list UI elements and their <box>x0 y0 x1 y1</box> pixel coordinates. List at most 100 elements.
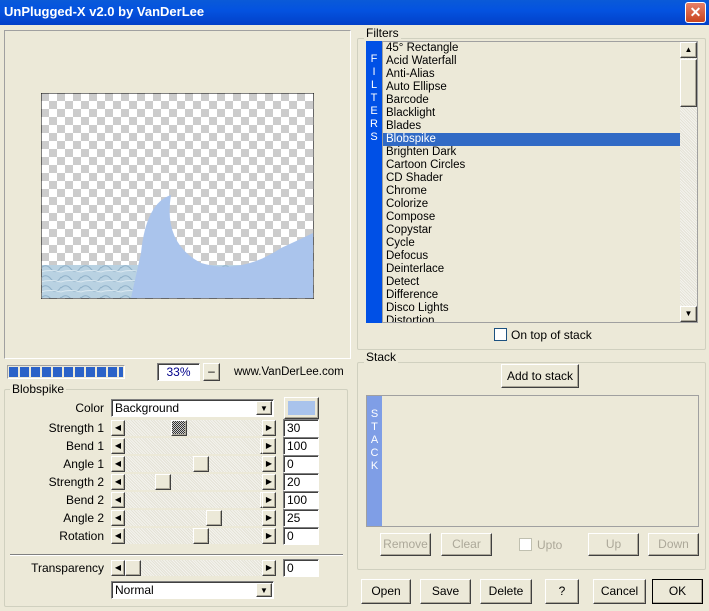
filter-list-item[interactable]: Barcode <box>383 94 680 107</box>
up-button[interactable]: Up <box>588 533 639 556</box>
slider-value-input[interactable]: 0 <box>283 559 319 577</box>
filter-list-item[interactable]: Defocus <box>383 250 680 263</box>
arrow-right-icon[interactable]: ▶ <box>262 474 276 490</box>
slider[interactable]: ◀ ▶ <box>111 474 276 490</box>
help-button[interactable]: ? <box>545 579 579 604</box>
filter-list-item[interactable]: Cycle <box>383 237 680 250</box>
down-button[interactable]: Down <box>648 533 699 556</box>
scroll-thumb[interactable] <box>680 59 697 107</box>
filter-list-item[interactable]: Deinterlace <box>383 263 680 276</box>
slider[interactable]: ◀ ▶ <box>111 456 276 472</box>
arrow-right-icon[interactable]: ▶ <box>262 420 276 436</box>
arrow-left-icon[interactable]: ◀ <box>111 510 125 526</box>
upto-checkbox[interactable] <box>519 538 532 551</box>
save-button[interactable]: Save <box>420 579 471 604</box>
slider-value-input[interactable]: 30 <box>283 419 319 437</box>
filter-list-item[interactable]: Chrome <box>383 185 680 198</box>
scroll-up-icon[interactable]: ▲ <box>680 42 697 58</box>
slider-value-input[interactable]: 25 <box>283 509 319 527</box>
slider-thumb[interactable] <box>170 420 187 436</box>
filter-list-item[interactable]: Detect <box>383 276 680 289</box>
arrow-left-icon[interactable]: ◀ <box>111 420 125 436</box>
arrow-left-icon[interactable]: ◀ <box>111 438 125 454</box>
color-select[interactable]: Background ▼ <box>111 399 274 417</box>
scroll-down-icon[interactable]: ▼ <box>680 306 697 322</box>
slider-thumb[interactable] <box>192 528 209 544</box>
clear-button[interactable]: Clear <box>441 533 492 556</box>
on-top-checkbox[interactable] <box>494 328 507 341</box>
blend-mode-select[interactable]: Normal ▼ <box>111 581 274 599</box>
arrow-right-icon[interactable]: ▶ <box>262 492 276 508</box>
arrow-right-icon[interactable]: ▶ <box>262 510 276 526</box>
filter-list-item[interactable]: 45° Rectangle <box>383 42 680 55</box>
stack-strip: STACK <box>367 396 382 526</box>
params-group-title: Blobspike <box>10 382 67 396</box>
divider <box>10 554 343 556</box>
slider[interactable]: ◀ ▶ <box>111 438 276 454</box>
chevron-down-icon[interactable]: ▼ <box>256 583 272 597</box>
arrow-left-icon[interactable]: ◀ <box>111 528 125 544</box>
arrow-right-icon[interactable]: ▶ <box>262 456 276 472</box>
arrow-left-icon[interactable]: ◀ <box>111 474 125 490</box>
filter-list-item[interactable]: Blacklight <box>383 107 680 120</box>
slider[interactable]: ◀ ▶ <box>111 420 276 436</box>
filter-list-item[interactable]: Brighten Dark <box>383 146 680 159</box>
filter-list-item[interactable]: Cartoon Circles <box>383 159 680 172</box>
filter-list-item[interactable]: Compose <box>383 211 680 224</box>
cancel-button[interactable]: Cancel <box>593 579 646 604</box>
slider-label: Rotation <box>59 529 104 543</box>
slider-thumb[interactable] <box>154 474 171 490</box>
zoom-out-button[interactable]: – <box>203 363 220 381</box>
color-label: Color <box>75 401 104 415</box>
add-to-stack-button[interactable]: Add to stack <box>501 364 579 388</box>
filter-list-item[interactable]: Auto Ellipse <box>383 81 680 94</box>
filter-list-item[interactable]: Colorize <box>383 198 680 211</box>
arrow-left-icon[interactable]: ◀ <box>111 456 125 472</box>
filter-list-item[interactable]: CD Shader <box>383 172 680 185</box>
filter-list-item[interactable]: Anti-Alias <box>383 68 680 81</box>
progress-bar <box>7 365 125 379</box>
stack-list[interactable]: STACK <box>366 395 699 527</box>
arrow-right-icon[interactable]: ▶ <box>262 528 276 544</box>
filter-list-item[interactable]: Blades <box>383 120 680 133</box>
ok-button[interactable]: OK <box>652 579 703 604</box>
filter-list-item[interactable]: Copystar <box>383 224 680 237</box>
arrow-right-icon[interactable]: ▶ <box>262 560 276 576</box>
open-button[interactable]: Open <box>361 579 411 604</box>
slider[interactable]: ◀ ▶ <box>111 528 276 544</box>
slider-value-input[interactable]: 20 <box>283 473 319 491</box>
filter-list-item[interactable]: Acid Waterfall <box>383 55 680 68</box>
chevron-down-icon[interactable]: ▼ <box>256 401 272 415</box>
remove-button[interactable]: Remove <box>380 533 431 556</box>
slider-label: Strength 2 <box>48 475 104 489</box>
slider-thumb[interactable] <box>125 560 141 576</box>
slider-value-input[interactable]: 0 <box>283 455 319 473</box>
slider-thumb[interactable] <box>206 510 222 526</box>
upto-label: Upto <box>537 538 563 552</box>
arrow-right-icon[interactable]: ▶ <box>262 438 276 454</box>
slider[interactable]: ◀ ▶ <box>111 510 276 526</box>
arrow-left-icon[interactable]: ◀ <box>111 492 125 508</box>
slider-value-input[interactable]: 100 <box>283 437 319 455</box>
filter-list-item[interactable]: Difference <box>383 289 680 302</box>
slider[interactable]: ◀ ▶ <box>111 492 276 508</box>
filters-scrollbar[interactable]: ▲ ▼ <box>680 42 697 322</box>
zoom-level: 33% <box>157 363 200 381</box>
preview-panel[interactable] <box>4 30 351 359</box>
filter-list-item[interactable]: Distortion <box>383 315 680 322</box>
close-icon[interactable]: ✕ <box>685 2 706 23</box>
filters-group-title: Filters <box>364 26 401 40</box>
slider-label: Bend 2 <box>65 493 104 507</box>
filter-list-item[interactable]: Blobspike <box>383 133 680 146</box>
website-link[interactable]: www.VanDerLee.com <box>234 366 344 378</box>
arrow-left-icon[interactable]: ◀ <box>111 560 125 576</box>
filters-list[interactable]: 45° Rectangle Acid Waterfall Anti-Alias Aut… <box>382 41 698 323</box>
slider[interactable]: ◀ ▶ <box>111 560 276 576</box>
slider-thumb[interactable] <box>192 456 209 472</box>
slider-value-input[interactable]: 0 <box>283 527 319 545</box>
filter-list-item[interactable]: Disco Lights <box>383 302 680 315</box>
slider-value-input[interactable]: 100 <box>283 491 319 509</box>
color-swatch-button[interactable] <box>284 397 319 419</box>
delete-button[interactable]: Delete <box>480 579 532 604</box>
slider-label: Angle 2 <box>63 511 104 525</box>
